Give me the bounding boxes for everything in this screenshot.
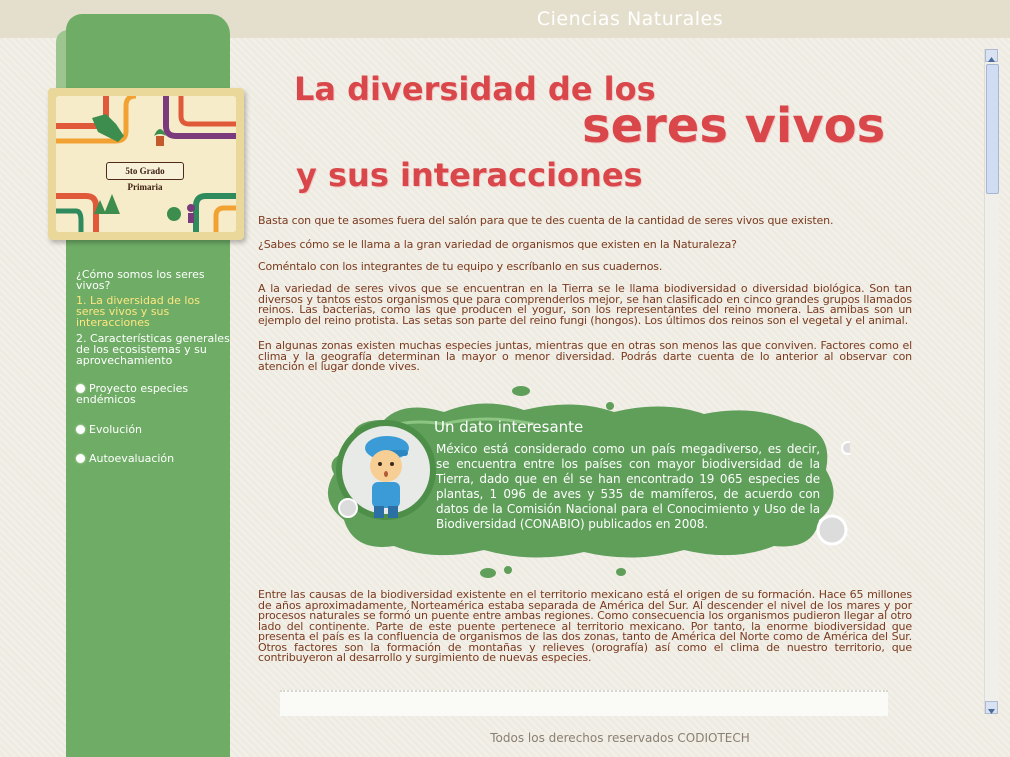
scroll-thumb[interactable] [986,64,999,194]
sidebar-item-project[interactable]: Proyecto especies endémicos [76,383,232,405]
footer-copyright: Todos los derechos reservados CODIOTECH [490,731,750,745]
paragraph-4: A la variedad de seres vivos que se encu… [258,282,912,327]
book-cover[interactable]: 5to Grado Primaria [56,96,236,232]
decor-dot [504,566,512,574]
sidebar-item-label: Proyecto especies endémicos [76,382,189,406]
sidebar-item-label: ¿Cómo somos los seres vivos? [76,268,205,292]
decor-dot [480,568,496,578]
paragraph-5: En algunas zonas existen muchas especies… [258,339,912,373]
paragraph-3: Coméntalo con los integrantes de tu equi… [258,260,663,273]
sidebar-item-self-assessment[interactable]: Autoevaluación [76,453,232,464]
headline-line-3: y sus interacciones [296,156,643,194]
decor-dot [616,568,626,576]
flower-bullet-icon [76,425,85,434]
scroll-up-button[interactable] [985,49,998,62]
sidebar-item-label: 1. La diversidad de los seres vivos y su… [76,294,200,329]
app-title: Ciencias Naturales [536,8,724,30]
info-title: Un dato interesante [434,418,584,436]
flower-bullet-icon [76,454,85,463]
bottom-panel [280,690,888,716]
sidebar-item-evolution[interactable]: Evolución [76,424,232,435]
decor-dot [606,402,614,410]
sidebar-item-intro[interactable]: ¿Cómo somos los seres vivos? [76,269,232,291]
info-text: México está considerado como un país meg… [436,442,820,531]
paragraph-1: Basta con que te asomes fuera del salón … [258,214,834,227]
sidebar-item-diversity[interactable]: 1. La diversidad de los seres vivos y su… [76,295,232,328]
sidebar-item-label: Autoevaluación [89,452,175,465]
flower-bullet-icon [76,384,85,393]
paragraph-2: ¿Sabes cómo se le llama a la gran varied… [258,238,737,251]
scroll-down-button[interactable] [985,701,998,714]
sidebar-item-ecosystems[interactable]: 2. Características generales de los ecos… [76,333,232,366]
decor-dot [512,386,530,396]
headline-line-2: seres vivos [582,98,886,154]
sidebar-item-label: 2. Características generales de los ecos… [76,332,230,367]
chevron-down-icon [988,709,995,714]
paragraph-6: Entre las causas de la biodiversidad exi… [258,588,912,664]
cover-grade-label: 5to Grado Primaria [106,162,184,192]
sidebar-item-label: Evolución [89,423,143,436]
